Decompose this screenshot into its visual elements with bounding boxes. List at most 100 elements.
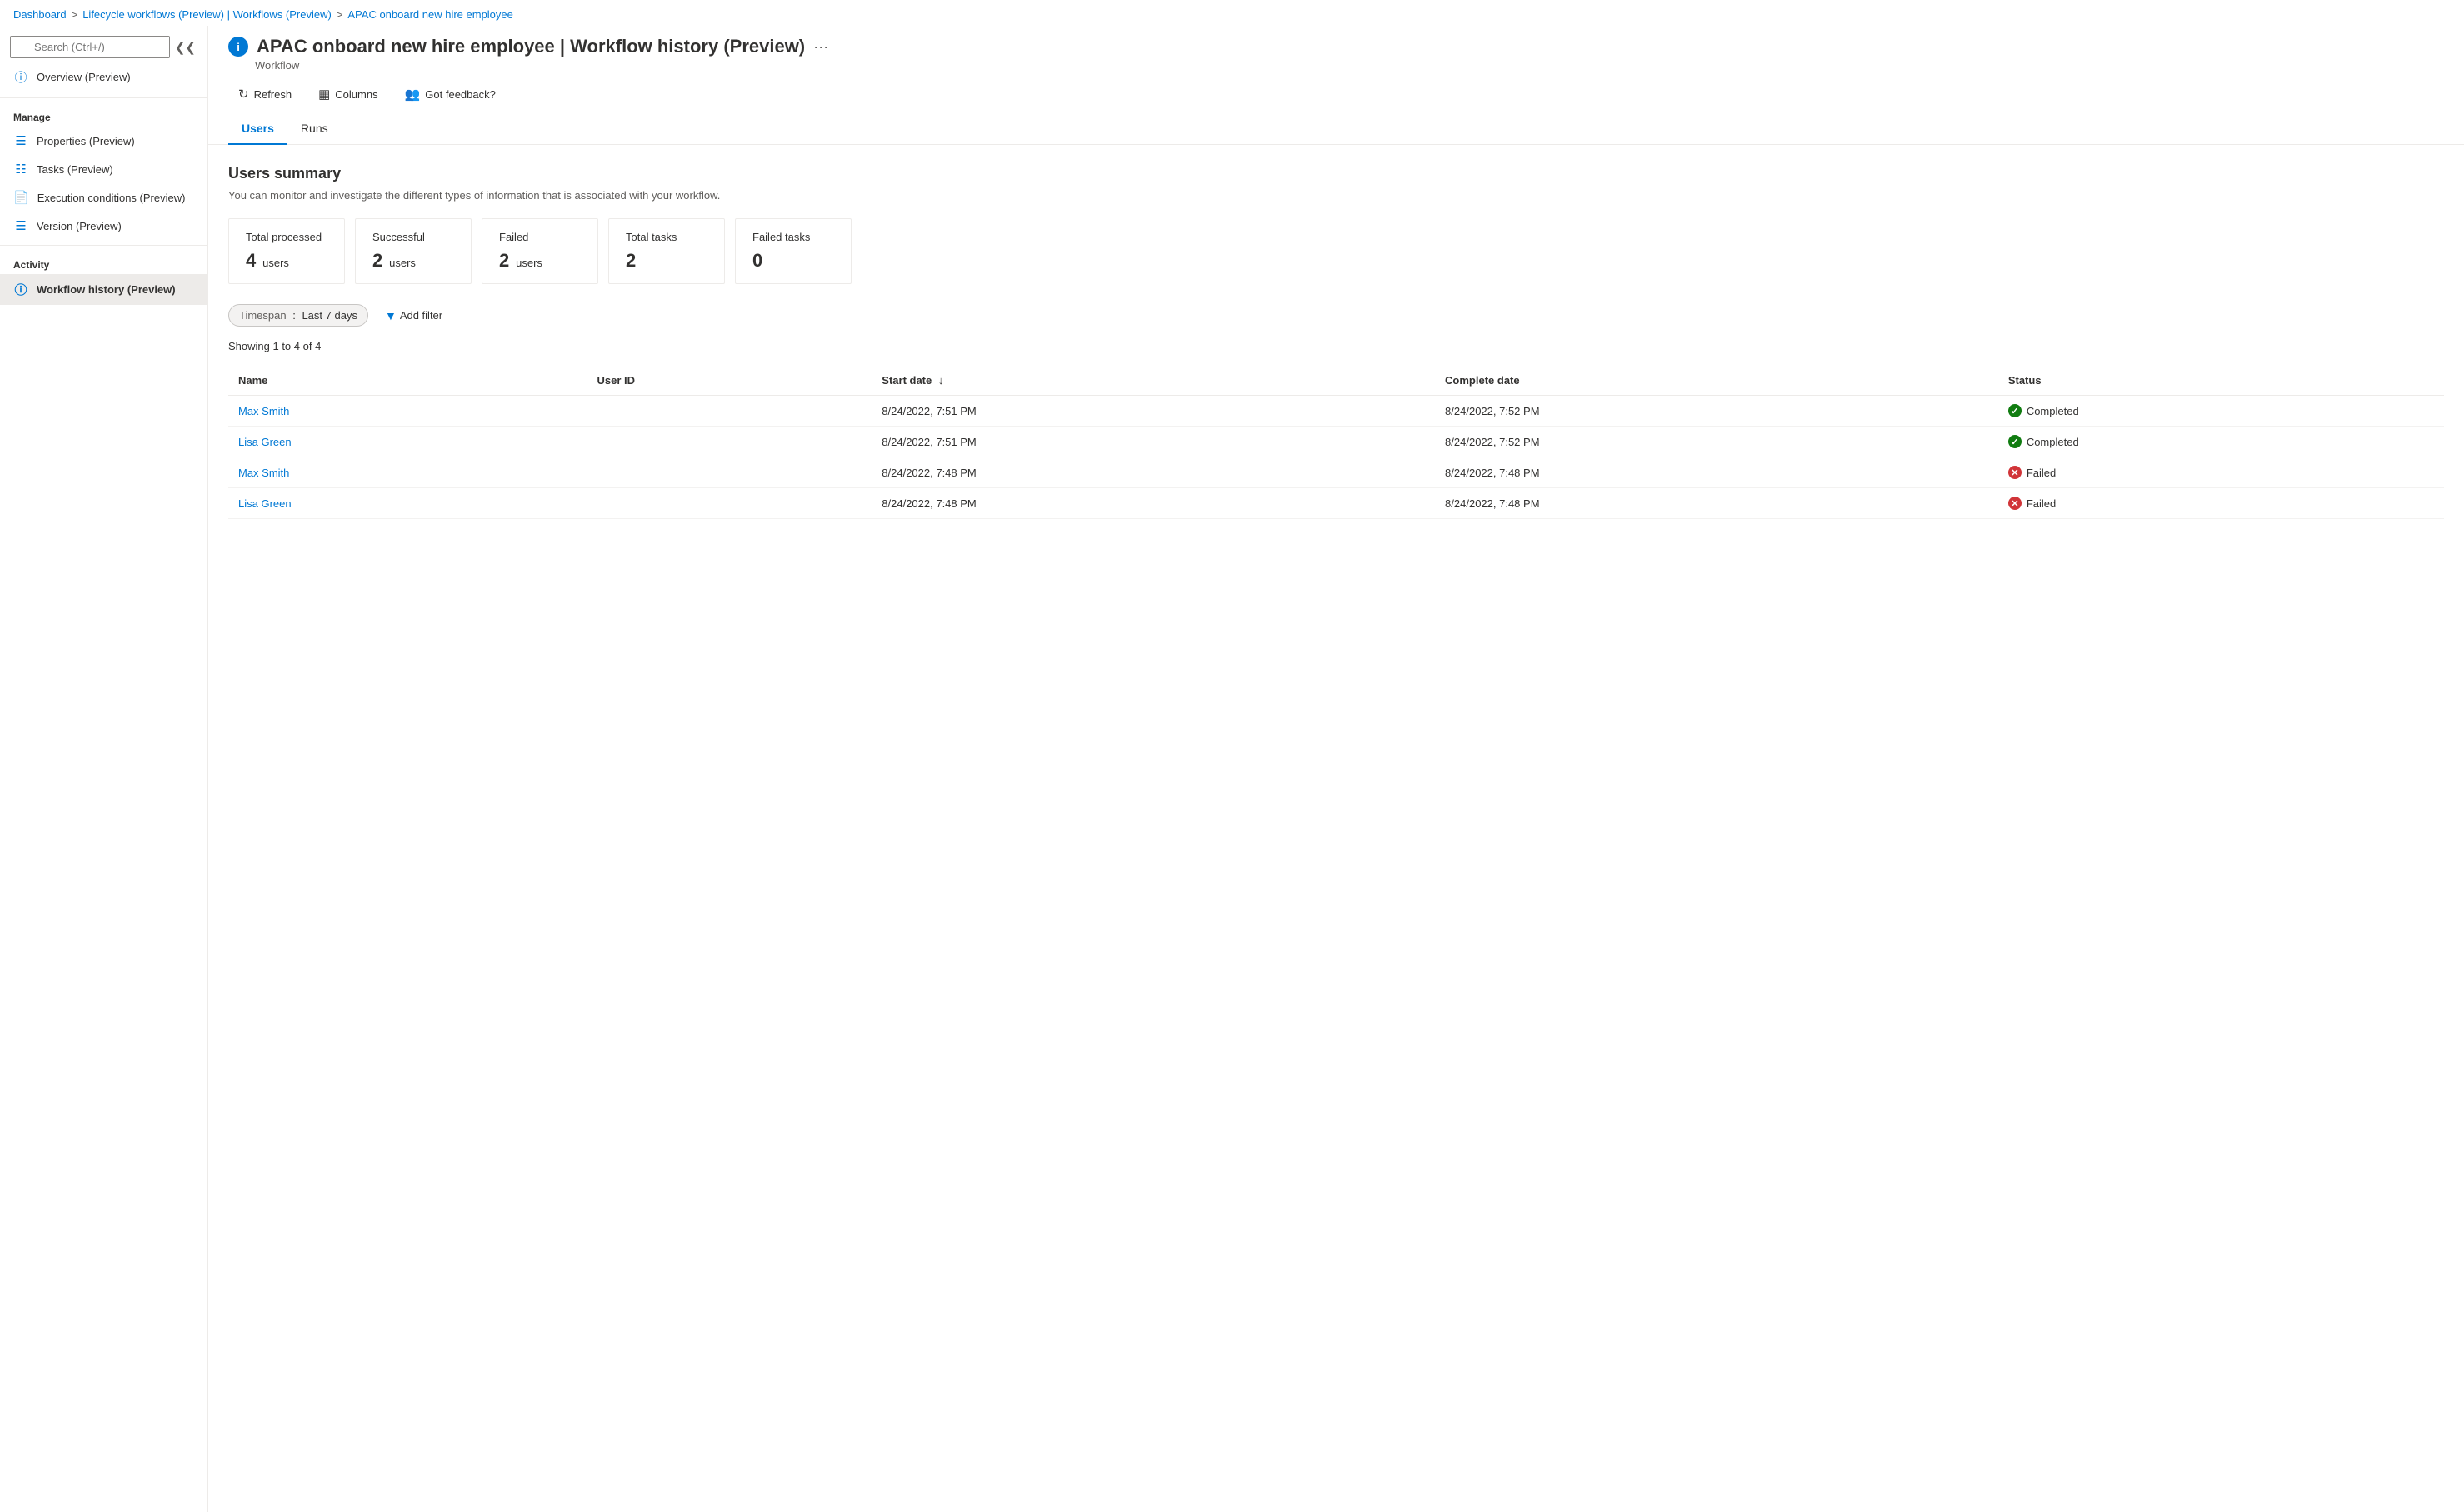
cell-complete-date-0: 8/24/2022, 7:52 PM — [1435, 396, 1998, 427]
cell-status-1: ✓Completed — [1998, 427, 2444, 457]
timespan-filter-value: Last 7 days — [302, 309, 357, 322]
feedback-button[interactable]: 👥 Got feedback? — [395, 82, 506, 107]
refresh-label: Refresh — [254, 88, 292, 101]
status-completed-label: Completed — [2027, 405, 2079, 417]
status-completed-icon: ✓ — [2008, 435, 2022, 448]
timespan-filter-colon: : — [290, 309, 299, 322]
card-failed-tasks: Failed tasks 0 — [735, 218, 852, 284]
table-row: Max Smith 8/24/2022, 7:51 PM8/24/2022, 7:… — [228, 396, 2444, 427]
sidebar-search-wrap: 🔍 — [10, 36, 170, 58]
breadcrumb-current[interactable]: APAC onboard new hire employee — [347, 8, 513, 21]
col-name: Name — [228, 366, 587, 396]
sidebar-activity-label: Activity — [0, 251, 207, 274]
sidebar-tasks-label: Tasks (Preview) — [37, 163, 113, 176]
card-total-tasks-label: Total tasks — [626, 231, 707, 243]
cell-user-id-0 — [587, 396, 872, 427]
page-subtitle: Workflow — [228, 59, 2444, 72]
users-tab-content: Users summary You can monitor and invest… — [208, 145, 2464, 539]
timespan-filter-label: Timespan — [239, 309, 287, 322]
col-start-date-label: Start date — [882, 374, 932, 387]
user-name-link-2[interactable]: Max Smith — [238, 467, 289, 479]
cell-status-0: ✓ Completed — [1998, 396, 2444, 427]
columns-button[interactable]: ▦ Columns — [308, 82, 387, 107]
sidebar-item-execution[interactable]: 📄 Execution conditions (Preview) — [0, 183, 207, 212]
search-input[interactable] — [10, 36, 170, 58]
status-failed-icon: ✕ — [2008, 466, 2022, 479]
breadcrumb-lifecycle[interactable]: Lifecycle workflows (Preview) | Workflow… — [82, 8, 332, 21]
card-failed-tasks-label: Failed tasks — [752, 231, 834, 243]
section-title: Users summary — [228, 165, 2444, 182]
add-filter-button[interactable]: ▼ Add filter — [377, 305, 451, 327]
cell-complete-date-3: 8/24/2022, 7:48 PM — [1435, 488, 1998, 519]
showing-count: Showing 1 to 4 of 4 — [228, 340, 2444, 352]
sidebar: 🔍 ❮❮ ⓘ Overview (Preview) Manage ☰ Prope… — [0, 26, 208, 1512]
cell-user-id-3 — [587, 488, 872, 519]
filters-row: Timespan : Last 7 days ▼ Add filter — [228, 304, 2444, 327]
card-failed: Failed 2 users — [482, 218, 598, 284]
page-title: APAC onboard new hire employee | Workflo… — [257, 36, 805, 57]
sidebar-item-properties[interactable]: ☰ Properties (Preview) — [0, 127, 207, 155]
sidebar-item-version[interactable]: ☰ Version (Preview) — [0, 212, 207, 240]
sidebar-item-workflow-history[interactable]: ⓘ Workflow history (Preview) — [0, 274, 207, 305]
card-failed-value: 2 — [499, 250, 509, 271]
table-row: Lisa Green 8/24/2022, 7:51 PM8/24/2022, 7… — [228, 427, 2444, 457]
table-row: Lisa Green 8/24/2022, 7:48 PM8/24/2022, 7… — [228, 488, 2444, 519]
cell-user-id-1 — [587, 427, 872, 457]
refresh-button[interactable]: ↻ Refresh — [228, 82, 302, 107]
cell-start-date-3: 8/24/2022, 7:48 PM — [872, 488, 1435, 519]
status-completed: ✓Completed — [2008, 435, 2434, 448]
card-failed-unit: users — [516, 257, 542, 269]
version-icon: ☰ — [13, 218, 28, 233]
col-status: Status — [1998, 366, 2444, 396]
users-table: Name User ID Start date ↓ Complete date … — [228, 366, 2444, 519]
filter-icon: ▼ — [385, 309, 397, 322]
cell-start-date-2: 8/24/2022, 7:48 PM — [872, 457, 1435, 488]
tab-runs[interactable]: Runs — [287, 113, 342, 145]
cell-start-date-1: 8/24/2022, 7:51 PM — [872, 427, 1435, 457]
cell-name-2: Max Smith — [228, 457, 587, 488]
workflow-history-icon: ⓘ — [13, 281, 28, 298]
feedback-icon: 👥 — [405, 87, 421, 102]
card-successful-value: 2 — [372, 250, 382, 271]
breadcrumb-sep-2: > — [337, 8, 343, 21]
card-total-processed-value: 4 — [246, 250, 256, 271]
sidebar-version-label: Version (Preview) — [37, 220, 122, 232]
columns-icon: ▦ — [318, 87, 330, 102]
table-row: Max Smith 8/24/2022, 7:48 PM8/24/2022, 7:… — [228, 457, 2444, 488]
sidebar-item-tasks[interactable]: ☷ Tasks (Preview) — [0, 155, 207, 183]
user-name-link-1[interactable]: Lisa Green — [238, 436, 292, 448]
page-header: i APAC onboard new hire employee | Workf… — [208, 26, 2464, 72]
card-failed-tasks-value: 0 — [752, 250, 762, 271]
summary-cards: Total processed 4 users Successful 2 use… — [228, 218, 2444, 284]
cell-status-3: ✕Failed — [1998, 488, 2444, 519]
card-total-processed-unit: users — [262, 257, 289, 269]
cell-complete-date-1: 8/24/2022, 7:52 PM — [1435, 427, 1998, 457]
card-successful-label: Successful — [372, 231, 454, 243]
col-user-id: User ID — [587, 366, 872, 396]
user-name-link-0[interactable]: Max Smith — [238, 405, 289, 417]
cell-complete-date-2: 8/24/2022, 7:48 PM — [1435, 457, 1998, 488]
card-total-tasks: Total tasks 2 — [608, 218, 725, 284]
card-successful: Successful 2 users — [355, 218, 472, 284]
tab-users[interactable]: Users — [228, 113, 287, 145]
timespan-filter-chip[interactable]: Timespan : Last 7 days — [228, 304, 368, 327]
more-options-icon[interactable]: ··· — [813, 38, 828, 56]
status-failed: ✕Failed — [2008, 497, 2434, 510]
cell-name-3: Lisa Green — [228, 488, 587, 519]
toolbar: ↻ Refresh ▦ Columns 👥 Got feedback? — [208, 72, 2464, 113]
status-completed-icon: ✓ — [2008, 404, 2022, 417]
add-filter-label: Add filter — [400, 309, 442, 322]
cell-start-date-0: 8/24/2022, 7:51 PM — [872, 396, 1435, 427]
user-name-link-3[interactable]: Lisa Green — [238, 497, 292, 510]
breadcrumb-dashboard[interactable]: Dashboard — [13, 8, 67, 21]
status-completed: ✓ Completed — [2008, 404, 2434, 417]
sidebar-collapse-button[interactable]: ❮❮ — [170, 37, 201, 58]
table-header-row: Name User ID Start date ↓ Complete date … — [228, 366, 2444, 396]
col-start-date[interactable]: Start date ↓ — [872, 366, 1435, 396]
cell-name-0: Max Smith — [228, 396, 587, 427]
sidebar-item-overview[interactable]: ⓘ Overview (Preview) — [0, 62, 207, 92]
card-total-tasks-value: 2 — [626, 250, 636, 271]
info-circle-icon: ⓘ — [13, 68, 28, 86]
card-total-processed-label: Total processed — [246, 231, 327, 243]
breadcrumb: Dashboard > Lifecycle workflows (Preview… — [0, 0, 2464, 26]
